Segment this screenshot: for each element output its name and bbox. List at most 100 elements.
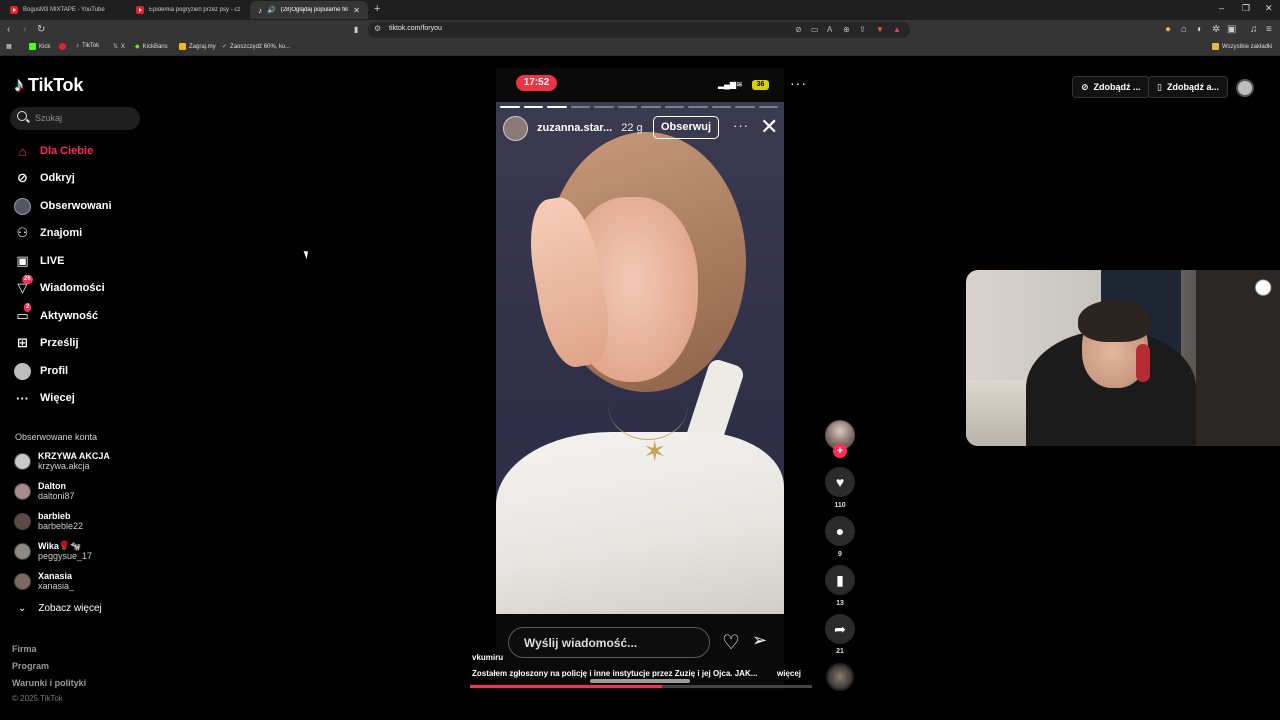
more-options-icon[interactable]: ···	[733, 118, 749, 133]
bookmark-youtube[interactable]	[59, 43, 66, 50]
close-icon[interactable]: ✕	[760, 114, 778, 140]
see-more-button[interactable]: ⌄ Zobacz więcej	[18, 603, 102, 614]
message-placeholder: Wyślij wiadomość...	[524, 636, 638, 650]
back-icon[interactable]: ‹	[7, 24, 10, 36]
heart-outline-icon[interactable]: ♡	[722, 630, 740, 655]
bookmark-deal[interactable]: ✔ Zaoszczędź 60%, ku...	[222, 43, 290, 51]
menu-icon[interactable]: ≡	[1266, 24, 1272, 36]
comment-button[interactable]: ●	[825, 516, 855, 546]
caption-author[interactable]: vkumiru	[472, 653, 503, 662]
reload-icon[interactable]: ↻	[37, 24, 45, 36]
followed-account[interactable]: Wika🌹🐄 peggysue_17	[14, 541, 92, 562]
followed-account[interactable]: Dalton daltoni87	[14, 481, 75, 502]
nav-label: LIVE	[40, 255, 65, 267]
nav-aktywnosc[interactable]: ▭ 2 Aktywność	[14, 302, 98, 326]
follow-plus-icon[interactable]: +	[833, 444, 847, 458]
more-options-icon[interactable]: ···	[790, 75, 807, 91]
nav-label: Prześlij	[40, 337, 79, 349]
followed-account[interactable]: Xanasia xanasia_	[14, 571, 74, 592]
user-avatar[interactable]	[1236, 79, 1254, 97]
wallet-icon[interactable]: ●	[1165, 24, 1171, 36]
nav-obserwowani[interactable]: Obserwowani	[14, 196, 112, 216]
message-input[interactable]: Wyślij wiadomość...	[508, 627, 710, 658]
rewards-icon[interactable]: ▲	[893, 25, 901, 34]
audio-playing-icon[interactable]: 🔊	[267, 6, 276, 14]
nav-live[interactable]: ▣ LIVE	[14, 251, 64, 271]
save-button[interactable]: ▮	[825, 565, 855, 595]
nav-profil[interactable]: Profil	[14, 361, 68, 381]
new-tab-button[interactable]: +	[374, 3, 380, 15]
bookmarks-bar: ▦ Kick ♪ TikTok 𝕏X ◆ KickBans Zagraj.my ✔ Z…	[0, 40, 1280, 56]
forward-icon[interactable]: ›	[23, 24, 26, 36]
like-button[interactable]: ♥	[825, 467, 855, 497]
zoom-icon[interactable]: ⊕	[843, 25, 850, 34]
extension-icon[interactable]: ⌂	[1181, 24, 1187, 36]
scroll-indicator	[590, 679, 690, 683]
messages-icon: ▽ 26	[17, 274, 33, 295]
footer-link[interactable]: Warunki i polityki	[12, 678, 86, 688]
nav-wiadomosci[interactable]: ▽ 26 Wiadomości	[14, 274, 105, 298]
browser-tab-tiktok[interactable]: ♪ 🔊 (28)Oglądaj popularne filmy ✕	[250, 1, 368, 19]
status-time: 17:52	[516, 75, 557, 91]
address-bar[interactable]: ⚙ tiktok.com/foryou ⊘ ▭ A ⊕ ⇪ ▼ ▲	[368, 22, 910, 38]
followed-account[interactable]: barbieb barbeble22	[14, 511, 83, 532]
account-name: barbieb	[38, 511, 71, 521]
site-info-icon[interactable]: ⚙	[374, 24, 381, 33]
all-bookmarks[interactable]: Wszystkie zakładki	[1212, 43, 1272, 50]
get-coins-label: Zdobądź ...	[1093, 82, 1141, 92]
send-icon[interactable]: ➢	[752, 630, 767, 651]
story-segment	[688, 106, 708, 108]
browser-tab-youtube-2[interactable]: Epidemia pogryzień przez psy - czyj	[128, 1, 248, 19]
webcam-overlay	[966, 270, 1280, 446]
maximize-window-button[interactable]: ❐	[1242, 3, 1250, 14]
video-content: ✶	[643, 436, 667, 467]
activity-icon: ▭ 2	[16, 302, 32, 323]
music-disc-icon[interactable]	[826, 663, 854, 691]
nav-wiecej[interactable]: ··· Więcej	[14, 388, 75, 408]
url-text[interactable]: tiktok.com/foryou	[389, 25, 442, 32]
minimize-window-button[interactable]: –	[1219, 3, 1224, 13]
extension-icon[interactable]: ◐	[1197, 24, 1203, 36]
caption-more-link[interactable]: więcej	[777, 669, 801, 678]
media-control-icon[interactable]: ♫	[1250, 24, 1258, 36]
follow-button[interactable]: Obserwuj	[653, 116, 719, 139]
bookmark-zagraj[interactable]: Zagraj.my	[179, 43, 216, 50]
playback-progress[interactable]	[470, 685, 812, 688]
get-app-button[interactable]: ▯ Zdobądź a...	[1148, 76, 1228, 98]
nav-przeslij[interactable]: ⊞ Prześlij	[14, 333, 79, 353]
video-frame[interactable]: ✶	[496, 102, 784, 614]
search-input[interactable]: Szukaj	[10, 107, 140, 130]
bookmark-kick[interactable]: Kick	[29, 43, 50, 50]
translate-icon[interactable]: A	[827, 25, 832, 34]
no-tracking-icon[interactable]: ⊘	[795, 25, 802, 34]
bookmark-page-icon[interactable]: ▮	[354, 24, 358, 36]
story-progress	[500, 106, 778, 108]
get-coins-button[interactable]: ⊘ Zdobądź ...	[1072, 76, 1150, 98]
close-tab-icon[interactable]: ✕	[353, 6, 360, 15]
author-avatar[interactable]	[503, 115, 528, 141]
footer-link[interactable]: Firma	[12, 644, 37, 654]
close-window-button[interactable]: ✕	[1265, 3, 1273, 14]
share-icon[interactable]: ⇪	[859, 25, 866, 34]
footer-link[interactable]: Program	[12, 661, 49, 671]
nav-label: Dla Ciebie	[40, 145, 94, 157]
brave-shield-icon[interactable]: ▼	[876, 25, 884, 34]
nav-znajomi[interactable]: ⚇ Znajomi	[14, 223, 83, 243]
bookmark-x[interactable]: 𝕏X	[113, 43, 125, 51]
cast-icon[interactable]: ▭	[811, 25, 819, 34]
bookmark-tiktok[interactable]: ♪ TikTok	[76, 43, 99, 49]
tab-title: (28)Oglądaj popularne filmy	[280, 7, 349, 13]
browser-tab-youtube-1[interactable]: BogusM3 MIXTAPE - YouTube	[2, 1, 126, 19]
share-button[interactable]: ➦	[825, 614, 855, 644]
account-handle: peggysue_17	[38, 551, 93, 561]
sidebar-toggle-icon[interactable]: ▣	[1227, 24, 1236, 36]
author-username[interactable]: zuzanna.star...	[537, 122, 612, 134]
tiktok-logo[interactable]: ♪ TikTok	[14, 74, 83, 97]
apps-icon[interactable]: ▦	[6, 43, 12, 50]
compass-icon: ⊘	[17, 170, 28, 185]
bookmark-kickbans[interactable]: ◆ KickBans	[135, 43, 168, 51]
nav-dla-ciebie[interactable]: ⌂ Dla Ciebie	[14, 141, 94, 161]
followed-account[interactable]: KRZYWA AKCJA krzywa.akcja	[14, 451, 110, 472]
extensions-icon[interactable]: ✲	[1212, 24, 1220, 36]
nav-odkryj[interactable]: ⊘ Odkryj	[14, 168, 75, 188]
